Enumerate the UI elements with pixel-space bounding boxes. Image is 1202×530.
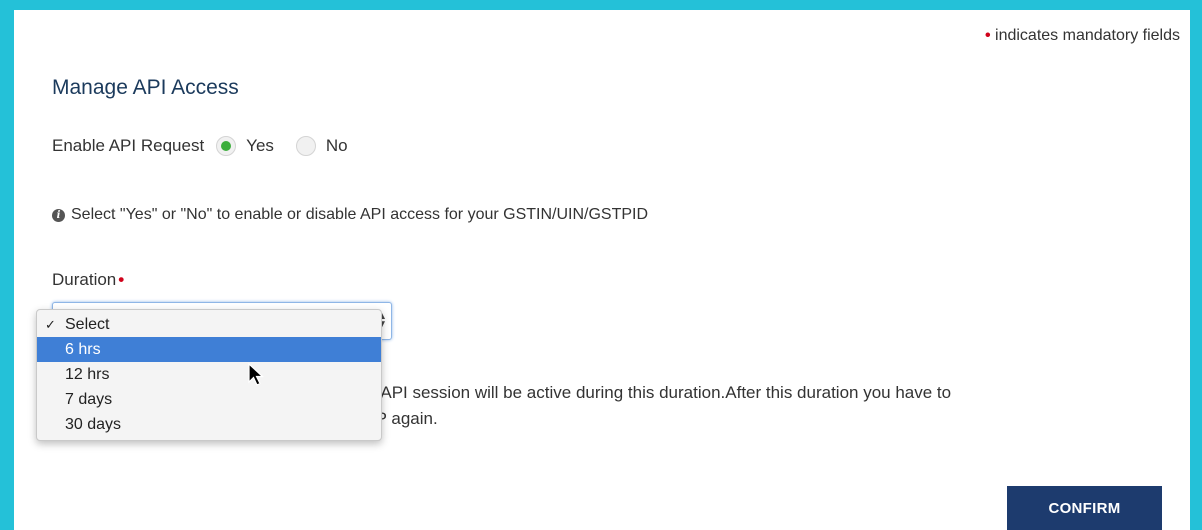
info-text: Select "Yes" or "No" to enable or disabl… <box>71 206 649 223</box>
required-asterisk: • <box>118 270 125 289</box>
radio-selected-dot <box>221 141 232 151</box>
dropdown-option-12-hrs[interactable]: 12 hrs <box>37 362 381 387</box>
radio-no-label[interactable]: No <box>326 136 348 156</box>
dropdown-option-7-days[interactable]: 7 days <box>37 387 381 412</box>
dropdown-option-30-days[interactable]: 30 days <box>37 412 381 437</box>
option-label: 7 days <box>65 391 113 408</box>
dropdown-option-select[interactable]: ✓ Select <box>37 312 381 337</box>
check-icon: ✓ <box>45 317 56 332</box>
duration-help-line-2: OTP again. <box>352 409 438 428</box>
option-label: Select <box>65 316 110 333</box>
mouse-cursor-icon <box>248 363 265 386</box>
mandatory-fields-note: • indicates mandatory fields <box>985 27 1180 45</box>
dropdown-option-6-hrs[interactable]: 6 hrs <box>37 337 381 362</box>
page-title: Manage API Access <box>52 76 239 99</box>
radio-yes-label[interactable]: Yes <box>246 136 274 156</box>
api-access-panel: • indicates mandatory fields Manage API … <box>14 10 1190 530</box>
duration-help-line-1: our API session will be active during th… <box>352 383 952 402</box>
duration-help-text: our API session will be active during th… <box>352 380 1172 432</box>
mandatory-note-text: indicates mandatory fields <box>995 27 1180 44</box>
radio-no[interactable] <box>295 136 316 156</box>
enable-api-request-row: Enable API Request Yes No <box>52 136 370 156</box>
enable-api-request-label: Enable API Request <box>52 136 205 155</box>
option-label: 6 hrs <box>65 341 101 358</box>
required-asterisk: • <box>984 27 991 44</box>
duration-label: Duration • <box>52 270 124 290</box>
duration-label-text: Duration <box>52 270 117 289</box>
info-message: i Select "Yes" or "No" to enable or disa… <box>52 206 648 224</box>
radio-yes[interactable] <box>216 136 237 156</box>
option-label: 12 hrs <box>65 366 110 383</box>
option-label: 30 days <box>65 416 122 433</box>
duration-dropdown-menu: ✓ Select 6 hrs 12 hrs 7 days 30 days <box>36 309 382 441</box>
info-circle-icon: i <box>52 208 65 222</box>
confirm-button[interactable]: CONFIRM <box>1007 486 1162 530</box>
